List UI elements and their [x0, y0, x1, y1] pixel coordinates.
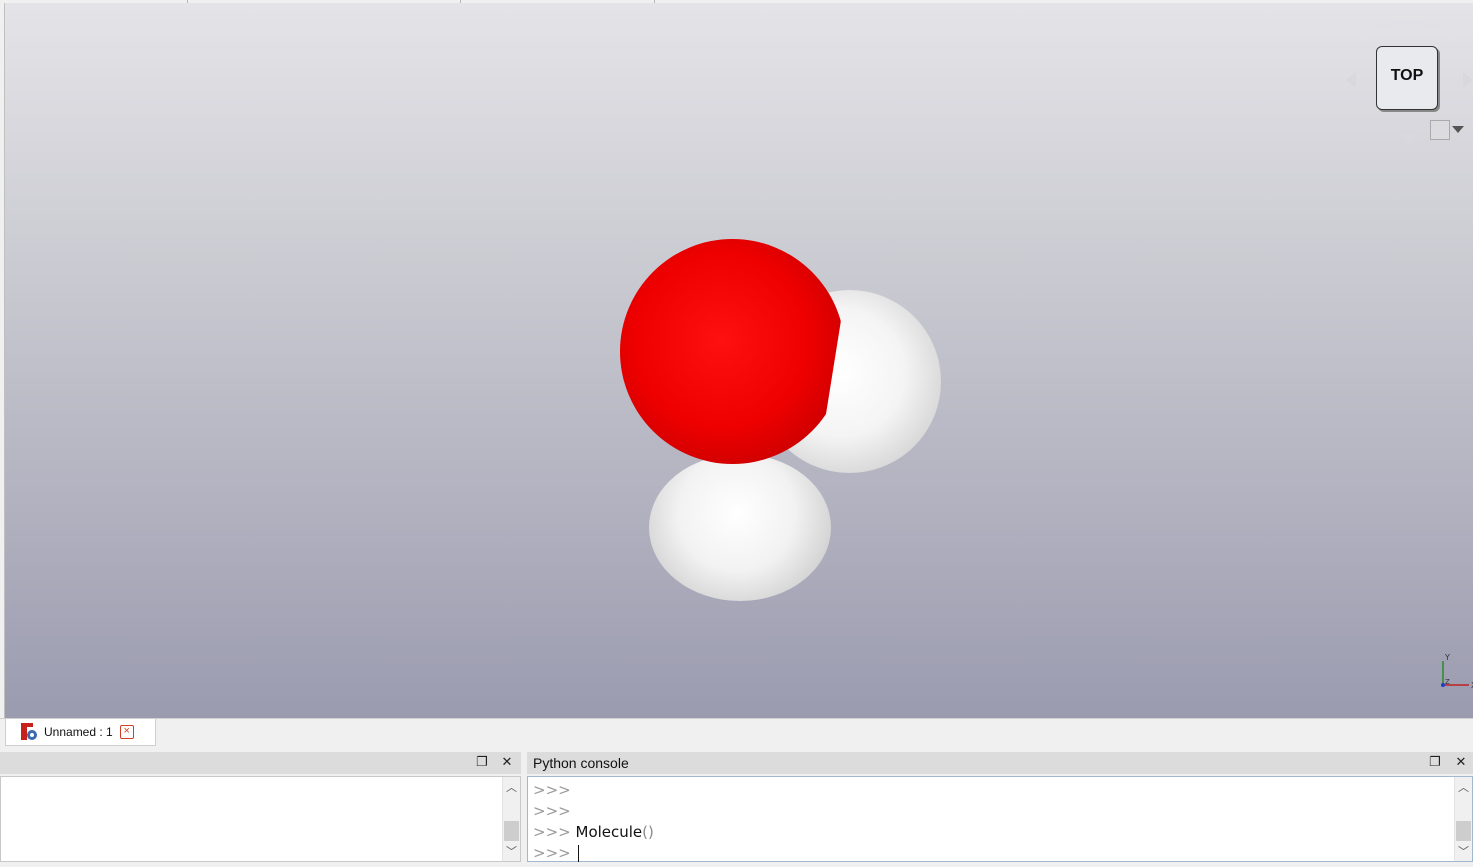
navcube-menu-icon[interactable]	[1430, 120, 1450, 140]
console-line: >>> Molecule()	[533, 822, 654, 843]
navigation-cube[interactable]: TOP	[1342, 16, 1473, 151]
python-console-body[interactable]: >>> >>> >>> Molecule() >>> ︿ ﹀	[527, 776, 1473, 862]
console-prompt: >>>	[533, 844, 571, 862]
close-icon[interactable]: ✕	[1454, 755, 1468, 769]
vertical-scrollbar[interactable]: ︿ ﹀	[1454, 777, 1472, 861]
console-line: >>>	[533, 780, 654, 801]
close-icon[interactable]: ×	[119, 725, 134, 739]
console-args: ()	[642, 823, 654, 841]
text-caret	[577, 845, 579, 862]
scroll-thumb[interactable]	[504, 821, 519, 841]
console-prompt: >>>	[533, 781, 571, 799]
python-console-header: Python console ❐ ✕	[527, 752, 1473, 774]
bottom-strip	[0, 862, 1473, 867]
document-tab-bar: Unnamed : 1 ×	[0, 718, 1473, 751]
hydrogen-atom-lower[interactable]	[649, 454, 831, 601]
navcube-face-label: TOP	[1390, 67, 1424, 84]
scroll-up-icon[interactable]: ︿	[1458, 783, 1469, 794]
nav-right-arrow[interactable]	[1463, 72, 1473, 88]
vertical-scrollbar[interactable]: ︿ ﹀	[502, 777, 520, 861]
3d-viewport[interactable]: TOP Y X Z	[4, 3, 1473, 718]
float-icon[interactable]: ❐	[1428, 755, 1442, 769]
oxygen-atom[interactable]	[620, 239, 845, 464]
nav-left-arrow[interactable]	[1346, 72, 1356, 88]
close-icon[interactable]: ✕	[500, 755, 514, 769]
scroll-down-icon[interactable]: ﹀	[1458, 847, 1469, 858]
report-view-header: ❐ ✕	[0, 752, 521, 774]
navcube-face-top[interactable]: TOP	[1376, 46, 1438, 110]
console-code: Molecule	[575, 823, 643, 841]
python-console-title: Python console	[533, 755, 629, 771]
console-line: >>>	[533, 801, 654, 822]
console-input-line[interactable]: >>>	[533, 843, 654, 864]
float-icon[interactable]: ❐	[475, 755, 489, 769]
console-output: >>> >>> >>> Molecule() >>>	[533, 780, 654, 864]
y-axis-label: Y	[1444, 653, 1450, 662]
nav-down-arrow[interactable]	[1398, 134, 1420, 144]
document-tab[interactable]: Unnamed : 1 ×	[5, 719, 156, 746]
scroll-up-icon[interactable]: ︿	[506, 783, 517, 794]
report-view-body[interactable]: ︿ ﹀	[0, 776, 521, 862]
scroll-thumb[interactable]	[1456, 821, 1471, 841]
console-prompt: >>>	[533, 802, 571, 820]
chevron-down-icon[interactable]	[1452, 126, 1464, 133]
freecad-document-icon	[20, 723, 38, 741]
console-prompt: >>>	[533, 823, 571, 841]
axis-indicator: Y X Z	[1441, 653, 1473, 690]
scroll-down-icon[interactable]: ﹀	[506, 847, 517, 858]
document-tab-label: Unnamed : 1	[44, 725, 113, 739]
z-axis-label: Z	[1445, 678, 1450, 686]
